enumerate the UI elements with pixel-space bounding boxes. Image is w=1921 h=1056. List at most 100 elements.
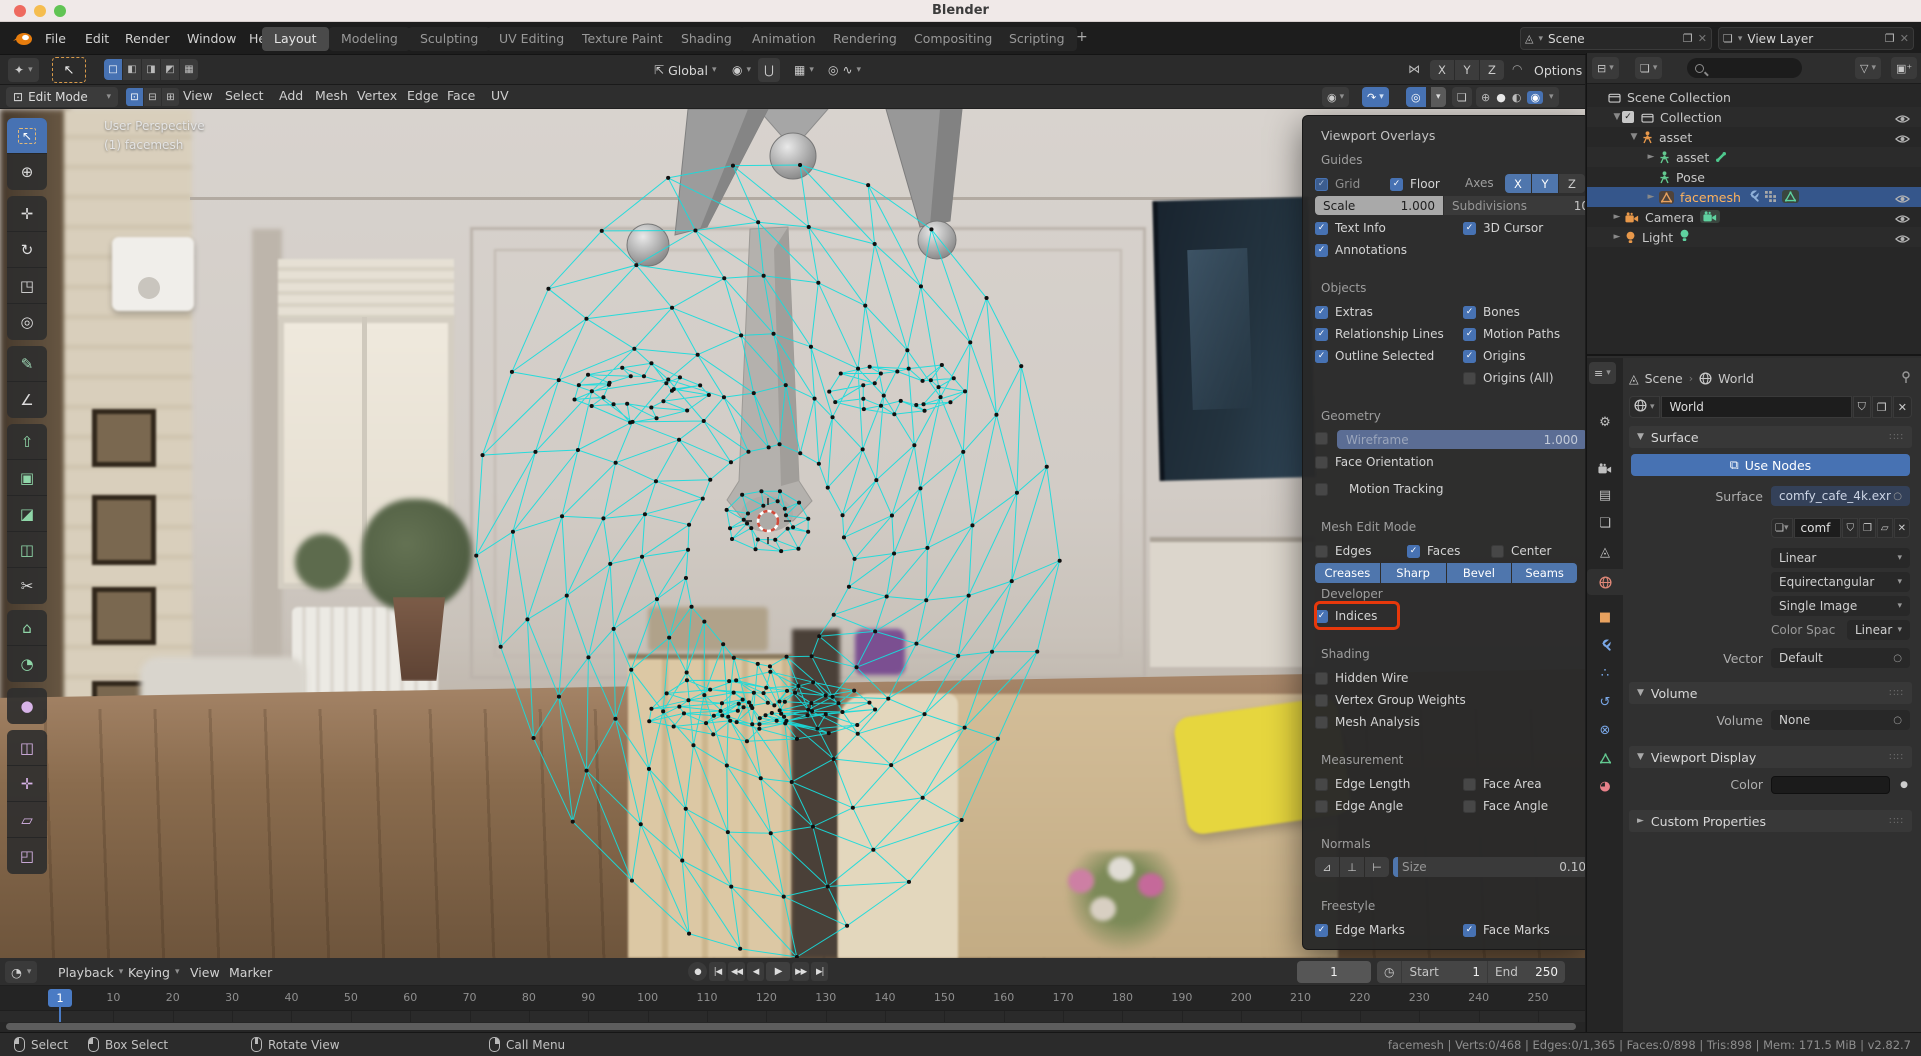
next-keyframe-button[interactable]: ▶▶: [792, 962, 809, 981]
overlay-option-motion-tracking[interactable]: Motion Tracking: [1315, 478, 1443, 500]
source-dropdown[interactable]: Single Image▾: [1771, 596, 1910, 616]
expand-icon[interactable]: ►: [1612, 212, 1622, 222]
viewport-menu-face[interactable]: Face: [444, 88, 478, 103]
overlay-option-edge-angle[interactable]: Edge Angle: [1315, 795, 1403, 817]
pin-icon[interactable]: [1900, 371, 1912, 386]
display-mode-dropdown[interactable]: ❏▾: [1635, 57, 1662, 79]
workspace-tab-uv-editing[interactable]: UV Editing: [487, 27, 576, 51]
volume-panel-header[interactable]: ▼Volume∷∷: [1629, 682, 1912, 704]
timeline-scrollbar[interactable]: [0, 1022, 1585, 1032]
workspace-tab-layout[interactable]: Layout: [262, 27, 329, 51]
wireframe-slider[interactable]: Wireframe1.000: [1337, 430, 1585, 449]
outliner-row-pose[interactable]: Pose: [1587, 167, 1921, 187]
properties-tab-tool[interactable]: ⚙: [1587, 409, 1623, 435]
viewport-menu-vertex[interactable]: Vertex: [354, 88, 400, 103]
overlay-option-text-info[interactable]: ✓Text Info: [1315, 217, 1386, 239]
eye-icon[interactable]: [1895, 232, 1910, 247]
unlink-icon[interactable]: ✕: [1894, 518, 1910, 538]
overlay-option-face-area[interactable]: Face Area: [1463, 773, 1542, 795]
overlay-option-outline-selected[interactable]: ✓Outline Selected: [1315, 345, 1434, 367]
select-intersect-icon[interactable]: ▦: [180, 59, 198, 80]
edge-select-icon[interactable]: ⊟: [144, 88, 161, 106]
workspace-tab-shading[interactable]: Shading: [669, 27, 744, 51]
menu-edit[interactable]: Edit: [79, 30, 115, 47]
active-tool-button[interactable]: ↖: [52, 57, 86, 83]
overlay-option-center[interactable]: Center: [1491, 540, 1551, 562]
active-tool-dropdown[interactable]: ✦▾: [8, 58, 39, 82]
color-space-dropdown[interactable]: Linear▾: [1847, 620, 1910, 640]
overlay-button-seams[interactable]: Seams: [1512, 563, 1577, 583]
tool-loop-cut[interactable]: ◫: [7, 532, 47, 568]
properties-tab-scene[interactable]: ◬: [1587, 539, 1623, 565]
workspace-tab-sculpting[interactable]: Sculpting: [408, 27, 490, 51]
scale-slider[interactable]: Scale1.000: [1315, 196, 1443, 215]
workspace-tab-modeling[interactable]: Modeling: [329, 27, 410, 51]
mode-dropdown[interactable]: ⊡ Edit Mode▾: [6, 87, 118, 107]
editor-type-dropdown[interactable]: ≡▾: [1589, 362, 1616, 384]
viewport-color-swatch[interactable]: [1771, 776, 1890, 794]
workspace-tab-animation[interactable]: Animation: [740, 27, 828, 51]
rendered-shading-icon[interactable]: ◉: [1527, 91, 1543, 104]
overlay-option-face-angle[interactable]: Face Angle: [1463, 795, 1548, 817]
overlay-option-bones[interactable]: ✓Bones: [1463, 301, 1520, 323]
workspace-tab-rendering[interactable]: Rendering: [821, 27, 909, 51]
image-name-field[interactable]: comf: [1794, 518, 1842, 538]
snap-toggle[interactable]: ⋃: [758, 58, 780, 82]
select-set-icon[interactable]: □: [104, 59, 122, 80]
timeline-menu-view[interactable]: View: [184, 961, 226, 983]
expand-icon[interactable]: ►: [1646, 192, 1656, 202]
eye-icon[interactable]: [1895, 192, 1910, 207]
proportional-editing-toggle[interactable]: ◎∿▾: [822, 58, 867, 82]
browse-image-dropdown[interactable]: ❏▾: [1771, 518, 1793, 538]
viewport-menu-select[interactable]: Select: [222, 88, 267, 103]
tool-move[interactable]: ✛: [7, 196, 47, 232]
overlay-option-origins-all-[interactable]: Origins (All): [1463, 367, 1554, 389]
overlay-option-annotations[interactable]: ✓Annotations: [1315, 239, 1407, 261]
jump-to-end-button[interactable]: ▶|: [811, 962, 828, 981]
overlay-option-grid[interactable]: ✓Grid: [1315, 173, 1360, 195]
outliner-row-asset-pose[interactable]: ►asset: [1587, 147, 1921, 167]
collection-checkbox[interactable]: ✓: [1622, 111, 1634, 123]
tool-shear[interactable]: ▱: [7, 802, 47, 838]
overlay-option-extras[interactable]: ✓Extras: [1315, 301, 1373, 323]
vertex-select-icon[interactable]: ⊡: [126, 88, 143, 106]
copy-icon[interactable]: ❐: [1872, 396, 1892, 418]
new-collection-button[interactable]: ▣⁺: [1891, 57, 1917, 79]
workspace-tab-compositing[interactable]: Compositing: [902, 27, 1004, 51]
axis-y-button[interactable]: Y: [1532, 174, 1558, 193]
outliner-row-facemesh[interactable]: ►facemesh: [1587, 187, 1921, 207]
play-reverse-button[interactable]: ◀: [747, 962, 764, 981]
surface-shader-dropdown[interactable]: comfy_cafe_4k.exr○: [1771, 486, 1910, 506]
workspace-tab-texture-paint[interactable]: Texture Paint: [570, 27, 675, 51]
subdivisions-field[interactable]: Subdivisions10: [1444, 196, 1585, 215]
overlay-button-sharp[interactable]: Sharp: [1381, 563, 1446, 583]
tool-knife[interactable]: ✂: [7, 568, 47, 604]
editor-type-dropdown[interactable]: ⊟▾: [1592, 57, 1619, 79]
select-invert-icon[interactable]: ◩: [161, 59, 179, 80]
end-frame-field[interactable]: End250: [1487, 961, 1565, 983]
overlay-option-face-marks[interactable]: ✓Face Marks: [1463, 919, 1550, 941]
copy-icon[interactable]: ❐: [1683, 32, 1693, 45]
properties-tab-object[interactable]: ■: [1587, 604, 1623, 630]
timeline-menu-keying[interactable]: Keying▾: [122, 961, 186, 983]
menu-render[interactable]: Render: [119, 30, 176, 47]
visibility-dropdown[interactable]: ◉▾: [1322, 87, 1349, 107]
outliner-row-camera[interactable]: ►Camera: [1587, 207, 1921, 227]
volume-dropdown[interactable]: None○: [1771, 710, 1910, 730]
overlay-button-bevel[interactable]: Bevel: [1447, 563, 1512, 583]
menu-file[interactable]: File: [39, 30, 72, 47]
pivot-point-dropdown[interactable]: ◉▾: [726, 58, 757, 82]
viewport-menu-edge[interactable]: Edge: [404, 88, 441, 103]
copy-icon[interactable]: ❐: [1859, 518, 1876, 538]
properties-tab-physics[interactable]: ↺: [1587, 689, 1623, 715]
add-workspace-button[interactable]: +: [1076, 29, 1088, 45]
tool-cursor[interactable]: ⊕: [7, 154, 47, 190]
tool-poly-build[interactable]: ⌂: [7, 610, 47, 646]
viewport-menu-mesh[interactable]: Mesh: [312, 88, 351, 103]
overlay-option-origins[interactable]: ✓Origins: [1463, 345, 1526, 367]
animate-dot-icon[interactable]: ●: [1900, 780, 1908, 790]
record-button[interactable]: ●: [688, 962, 707, 981]
properties-tab-object-data[interactable]: [1587, 745, 1623, 771]
timeline-lane[interactable]: [0, 1010, 1585, 1022]
vector-dropdown[interactable]: Default○: [1771, 648, 1910, 668]
